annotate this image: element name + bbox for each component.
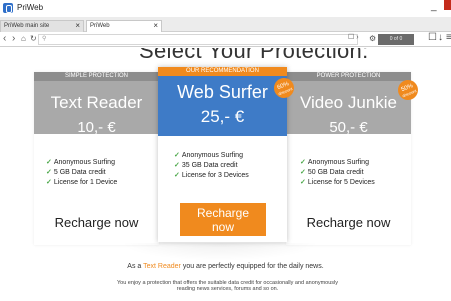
app-icon (3, 3, 13, 13)
plan-name: Web Surfer (177, 82, 268, 102)
plan-info-detail: You enjoy a protection that offers the s… (116, 280, 339, 292)
title-bar: PriWeb _ (0, 0, 451, 17)
plan-price: 10,- € (77, 119, 116, 136)
plan-card-video-junkie[interactable]: POWER PROTECTION Video Junkie 50,- € ✓ An… (286, 72, 411, 245)
feature-item: ✓ Anonymous Surfing (46, 159, 115, 166)
search-icon: ⚲ (42, 36, 47, 42)
menu-icon[interactable]: ≡ (446, 32, 451, 43)
settings-icon[interactable]: ⚙ (369, 33, 376, 45)
tab-priweb-main-site[interactable]: PriWeb main site × (0, 20, 84, 32)
check-icon: ✓ (174, 172, 180, 179)
feature-list: ✓ Anonymous Surfing ✓ 35 GB Data credit ✓ L… (174, 151, 249, 181)
plan-price: 25,- € (200, 107, 245, 126)
tab-label: PriWeb (90, 23, 110, 29)
close-icon[interactable]: × (153, 21, 158, 30)
home-icon[interactable]: ⌂ (21, 33, 26, 45)
minimize-icon[interactable]: _ (431, 1, 437, 12)
check-icon: ✓ (46, 179, 52, 186)
feature-list: ✓ Anonymous Surfing ✓ 5 GB Data credit ✓ Li… (46, 158, 117, 188)
check-icon: ✓ (174, 152, 180, 159)
reload-icon[interactable]: ↻ (30, 33, 37, 45)
feature-item: ✓ License for 1 Device (46, 179, 118, 186)
bookmark-icon[interactable]: ☐ › (348, 33, 359, 41)
feature-item: ✓ 5 GB Data credit (46, 169, 106, 176)
address-bar[interactable]: ⚲ (38, 34, 358, 45)
plan-name: Text Reader (50, 93, 143, 112)
plan-info-text: As a Text Reader you are perfectly equip… (127, 263, 324, 270)
plan-label: SIMPLE PROTECTION (34, 72, 159, 81)
plan-highlight: Text Reader (143, 263, 181, 270)
feature-item: ✓ 35 GB Data credit (174, 162, 238, 169)
feature-item: ✓ Anonymous Surfing (300, 159, 369, 166)
plan-header: Video Junkie 50,- € (286, 81, 411, 136)
check-icon: ✓ (174, 162, 180, 169)
recharge-label-line1: Recharge (196, 206, 250, 220)
recharge-button[interactable]: Recharge now (180, 203, 266, 236)
plan-name: Video Junkie (299, 93, 398, 112)
page-icon[interactable]: ☐ (428, 32, 437, 43)
check-icon: ✓ (300, 169, 306, 176)
feature-item: ✓ License for 3 Devices (174, 172, 249, 179)
tab-bar: PriWeb main site × PriWeb × (0, 17, 451, 33)
window-title: PriWeb (17, 3, 44, 12)
check-icon: ✓ (300, 179, 306, 186)
recharge-button[interactable]: Recharge now (286, 215, 411, 230)
close-icon[interactable]: × (75, 21, 80, 30)
plan-price: 50,- € (329, 119, 368, 136)
recharge-button[interactable]: Recharge now (34, 215, 159, 230)
back-icon[interactable]: ‹ (3, 33, 6, 45)
recharge-label-line2: now (211, 220, 234, 234)
plan-card-web-surfer[interactable]: OUR RECOMMENDATION Web Surfer 25,- € ✓ An… (158, 67, 287, 242)
page-content: Select Your Protection: SIMPLE PROTECTIO… (0, 48, 451, 301)
feature-list: ✓ Anonymous Surfing ✓ 50 GB Data credit ✓ L… (300, 158, 375, 188)
check-icon: ✓ (46, 169, 52, 176)
plan-header: Web Surfer 25,- € (158, 76, 287, 136)
plan-card-text-reader[interactable]: SIMPLE PROTECTION Text Reader 10,- € ✓ An… (34, 72, 159, 245)
plan-header: Text Reader 10,- € (34, 81, 159, 136)
page-headline: Select Your Protection: (139, 48, 369, 63)
forward-icon[interactable]: › (12, 33, 15, 45)
close-window-icon[interactable] (444, 0, 451, 10)
plan-label: POWER PROTECTION (286, 72, 411, 81)
feature-item: ✓ 50 GB Data credit (300, 169, 364, 176)
plan-label: OUR RECOMMENDATION (158, 67, 287, 76)
download-icon[interactable]: ↓ (438, 32, 443, 43)
tab-label: PriWeb main site (4, 23, 50, 29)
feature-item: ✓ License for 5 Devices (300, 179, 375, 186)
check-icon: ✓ (46, 159, 52, 166)
feature-item: ✓ Anonymous Surfing (174, 152, 243, 159)
check-icon: ✓ (300, 159, 306, 166)
card-shadow (120, 243, 320, 261)
navigation-bar: ‹ › ⌂ ↻ ⚲ ☐ › ⚙ 0 of 0 ☐ ↓ ≡ (0, 32, 451, 47)
find-counter: 0 of 0 (378, 34, 414, 45)
